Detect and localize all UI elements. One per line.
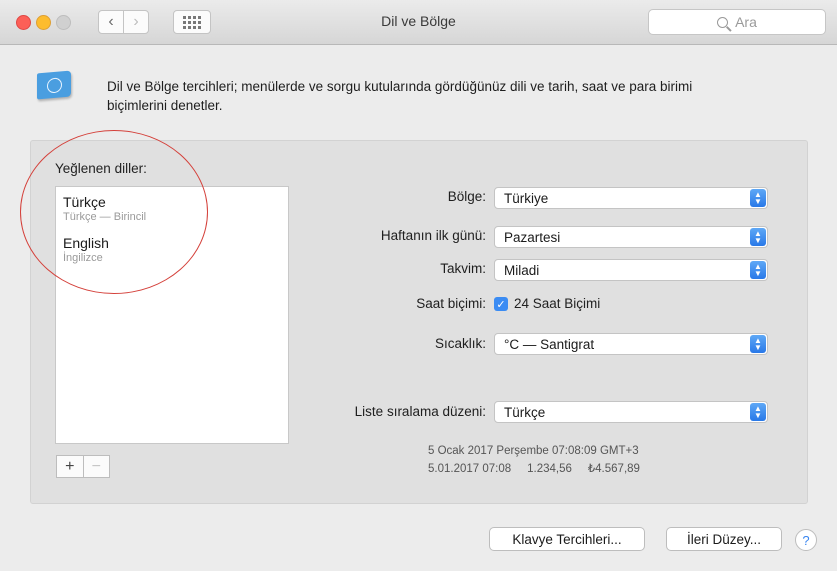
popup-arrows-icon: ▲ ▼ — [750, 189, 766, 207]
calendar-label: Takvim: — [440, 261, 486, 276]
system-preferences-window: ‹ › Dil ve Bölge Ara Dil ve Bölge tercih… — [0, 0, 837, 571]
temperature-popup[interactable]: °C — Santigrat ▲ ▼ — [494, 333, 768, 355]
remove-language-button[interactable]: − — [83, 455, 110, 478]
advanced-button[interactable]: İleri Düzey... — [666, 527, 782, 551]
pane-description: Dil ve Bölge tercihleri; menülerde ve so… — [107, 79, 693, 113]
temperature-label: Sıcaklık: — [434, 336, 486, 351]
annotation-circle — [20, 130, 208, 294]
first-day-popup[interactable]: Pazartesi ▲ ▼ — [494, 226, 768, 248]
number-sample-line: 5.01.2017 07:08 1.234,56 ₺4.567,89 — [428, 463, 640, 475]
add-language-button[interactable]: + — [56, 455, 84, 478]
sort-order-popup[interactable]: Türkçe ▲ ▼ — [494, 401, 768, 423]
add-remove-control: + − — [56, 455, 110, 478]
popup-arrows-icon: ▲ ▼ — [750, 335, 766, 353]
help-button[interactable]: ? — [795, 529, 817, 551]
temperature-value: °C — Santigrat — [504, 336, 595, 352]
title-bar: ‹ › Dil ve Bölge Ara — [0, 0, 837, 45]
search-icon — [717, 16, 729, 28]
time-format-checkbox-label[interactable]: 24 Saat Biçimi — [514, 296, 600, 311]
region-value: Türkiye — [504, 190, 549, 206]
first-day-value: Pazartesi — [504, 229, 561, 245]
region-popup[interactable]: Türkiye ▲ ▼ — [494, 187, 768, 209]
un-flag-icon — [37, 70, 71, 100]
checkmark-icon[interactable]: ✓ — [494, 297, 508, 311]
calendar-value: Miladi — [504, 262, 540, 278]
sort-order-value: Türkçe — [504, 404, 546, 420]
search-field[interactable]: Ara — [648, 9, 826, 35]
search-placeholder: Ara — [735, 14, 757, 30]
popup-arrows-icon: ▲ ▼ — [750, 228, 766, 246]
time-format-label: Saat biçimi: — [416, 296, 486, 311]
sort-order-label: Liste sıralama düzeni: — [354, 404, 486, 419]
region-label: Bölge: — [447, 189, 486, 204]
popup-arrows-icon: ▲ ▼ — [750, 403, 766, 421]
date-sample-line: 5 Ocak 2017 Perşembe 07:08:09 GMT+3 — [428, 445, 639, 457]
calendar-popup[interactable]: Miladi ▲ ▼ — [494, 259, 768, 281]
keyboard-preferences-button[interactable]: Klavye Tercihleri... — [489, 527, 645, 551]
first-day-label: Haftanın ilk günü: — [380, 228, 486, 243]
popup-arrows-icon: ▲ ▼ — [750, 261, 766, 279]
